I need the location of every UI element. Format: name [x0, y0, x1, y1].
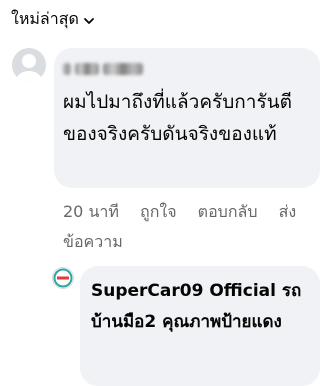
comment-bubble: ผมไปมาถึงที่แล้วครับการันตีของจริงครับดั… [54, 48, 320, 188]
reply-bubble: SuperCar09 Official รถบ้านมือ2 คุณภาพป้า… [80, 266, 320, 386]
comment-actions: 20 นาที ถูกใจ ตอบกลับ ส่งข้อความ [63, 197, 317, 257]
sort-dropdown[interactable]: ใหม่ล่าสุด [11, 7, 95, 32]
author-name-redacted[interactable] [63, 58, 308, 80]
default-avatar-icon [16, 54, 42, 82]
comment-text: ผมไปมาถึงที่แล้วครับการันตีของจริงครับดั… [63, 91, 293, 145]
page-avatar[interactable] [52, 267, 74, 289]
reply-text: SuperCar09 Official รถบ้านมือ2 คุณภาพป้า… [91, 281, 302, 332]
chevron-down-icon [83, 17, 94, 24]
supercar-logo-icon [53, 268, 73, 288]
like-button[interactable]: ถูกใจ [140, 202, 177, 221]
reply-button[interactable]: ตอบกลับ [198, 202, 258, 221]
comment-time: 20 นาที [63, 202, 119, 221]
avatar[interactable] [12, 48, 46, 82]
sort-label: ใหม่ล่าสุด [11, 9, 79, 28]
